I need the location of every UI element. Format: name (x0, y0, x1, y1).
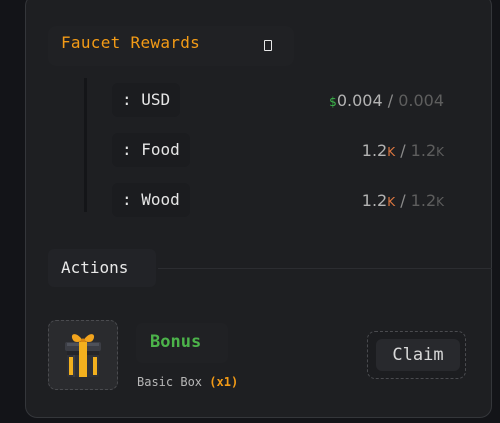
reward-current: 0.004 (336, 91, 383, 110)
reward-current: 1.2 (361, 191, 388, 210)
reward-max-unit: K (436, 145, 444, 159)
reward-max-unit: K (436, 195, 444, 209)
reward-max: 1.2 (410, 141, 437, 160)
reward-max: 1.2 (410, 191, 437, 210)
panel-title: Faucet Rewards (61, 33, 201, 52)
action-item-quantity: (x1) (209, 375, 239, 389)
reward-current-unit: K (387, 145, 396, 159)
action-item-box-type: Basic Box (137, 375, 203, 389)
reward-value-food: 1.2K / 1.2K (362, 141, 444, 162)
reward-separator: / (395, 141, 411, 160)
gift-icon-svg (65, 334, 101, 377)
dollar-icon: $ (329, 95, 337, 109)
reward-separator: / (382, 91, 399, 110)
reward-value-wood: 1.2K / 1.2K (362, 191, 444, 212)
reward-separator: / (395, 191, 411, 210)
gift-box-icon (48, 320, 118, 390)
actions-heading: Actions (61, 258, 129, 277)
reward-label-usd: : USD (112, 83, 181, 117)
rewards-tree-line (84, 78, 87, 212)
clipboard-icon[interactable] (264, 40, 272, 51)
action-item-name: Bonus (150, 332, 202, 352)
reward-max: 0.004 (398, 91, 444, 110)
reward-current-unit: K (387, 195, 396, 209)
reward-label-wood: : Wood (112, 183, 190, 217)
reward-label-food: : Food (112, 133, 190, 167)
reward-value-usd: $0.004 / 0.004 (329, 91, 444, 112)
reward-current: 1.2 (361, 141, 388, 160)
claim-button[interactable]: Claim (376, 339, 460, 371)
section-divider (158, 268, 492, 269)
action-item-subtitle: Basic Box (x1) (137, 375, 238, 389)
